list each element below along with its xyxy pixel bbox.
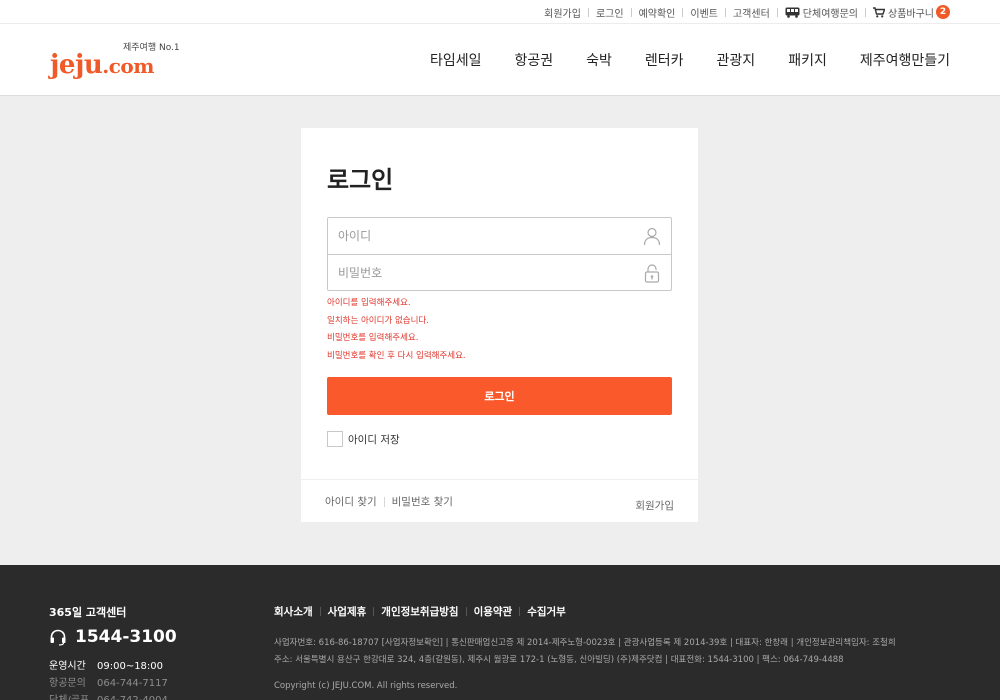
login-card: 로그인 아이디를 입력해주세요. 일치하는 아이디가 없습니다. 비밀번호를 입… xyxy=(301,128,698,522)
nav-lodging[interactable]: 숙박 xyxy=(586,50,612,70)
hours-value: 09:00~18:00 xyxy=(97,661,164,672)
flight-inquiry-label: 항공문의 xyxy=(49,678,86,689)
footer-link-terms[interactable]: 이용약관 xyxy=(474,604,513,619)
phone-number: 1544-3100 xyxy=(75,627,177,647)
footer-links: 회사소개 사업제휴 개인정보취급방침 이용약관 수집거부 xyxy=(274,604,566,619)
cart-count-badge: 2 xyxy=(936,5,950,19)
cart-label: 상품바구니 xyxy=(888,8,934,20)
event-link[interactable]: 이벤트 xyxy=(690,5,718,20)
login-button[interactable]: 로그인 xyxy=(327,377,672,415)
site-logo[interactable]: 제주여행 No.1 jeju.com xyxy=(50,38,190,82)
error-message: 비밀번호를 확인 후 다시 입력해주세요. xyxy=(327,350,466,361)
find-id-link[interactable]: 아이디 찾기 xyxy=(325,494,377,509)
reservation-check-link[interactable]: 예약확인 xyxy=(639,5,676,20)
divider xyxy=(373,607,375,616)
group-tour-link[interactable]: 단체여행문의 xyxy=(770,5,858,20)
nav-attractions[interactable]: 관광지 xyxy=(717,50,756,70)
customer-center-phone: 1544-3100 xyxy=(49,627,177,647)
site-footer: 365일 고객센터 1544-3100 운영시간 09:00~18:00 항공문의… xyxy=(0,565,1000,700)
nav-packages[interactable]: 패키지 xyxy=(788,50,827,70)
cart-link[interactable]: 상품바구니 2 xyxy=(858,5,950,20)
cart-icon xyxy=(873,6,885,17)
customer-center-title: 365일 고객센터 xyxy=(49,606,127,619)
signup-link-card[interactable]: 회원가입 xyxy=(635,500,674,512)
site-header: 제주여행 No.1 jeju.com 타임세일 항공권 숙박 렌터카 관광지 패… xyxy=(0,24,1000,96)
error-message: 비밀번호를 입력해주세요. xyxy=(327,333,419,343)
nav-timesale[interactable]: 타임세일 xyxy=(430,50,482,70)
error-messages: 아이디를 입력해주세요. 일치하는 아이디가 없습니다. 비밀번호를 입력해주세… xyxy=(327,295,672,365)
bus-icon xyxy=(785,7,800,18)
nav-flights[interactable]: 항공권 xyxy=(515,50,554,70)
login-card-footer: 아이디 찾기 비밀번호 찾기 회원가입 xyxy=(301,479,698,522)
credentials-group xyxy=(327,217,672,291)
divider xyxy=(519,607,521,616)
error-message: 아이디를 입력해주세요. xyxy=(327,298,411,308)
company-info-line: 사업자번호: 616-86-18707 [사업자정보확인] | 통신판매업신고증… xyxy=(274,638,896,648)
logo-text: jeju.com xyxy=(50,50,154,80)
copyright: Copyright (c) JEJU.COM. All rights reser… xyxy=(274,681,458,691)
group-golf-phone: 064-742-4004 xyxy=(97,692,168,700)
hours-label: 운영시간 xyxy=(49,661,86,672)
user-icon xyxy=(643,227,661,246)
main-nav: 타임세일 항공권 숙박 렌터카 관광지 패키지 제주여행만들기 xyxy=(397,24,950,96)
divider xyxy=(319,607,321,616)
footer-link-partnership[interactable]: 사업제휴 xyxy=(328,604,367,619)
login-link[interactable]: 로그인 xyxy=(596,5,624,20)
group-tour-label: 단체여행문의 xyxy=(802,8,858,20)
remember-id-checkbox[interactable] xyxy=(327,431,343,447)
error-message: 일치하는 아이디가 없습니다. xyxy=(327,315,429,326)
find-password-link[interactable]: 비밀번호 찾기 xyxy=(392,494,453,509)
company-info: 사업자번호: 616-86-18707 [사업자정보확인] | 통신판매업신고증… xyxy=(274,635,954,669)
customer-center-hours: 운영시간 09:00~18:00 항공문의 064-744-7117 단체/골프06… xyxy=(49,658,168,700)
id-input[interactable] xyxy=(328,218,671,254)
footer-link-email-refusal[interactable]: 수집거부 xyxy=(527,604,566,619)
top-utility-bar: 회원가입 로그인 예약확인 이벤트 고객센터 단체여행문의 상품바구니 2 xyxy=(0,0,1000,24)
footer-link-company[interactable]: 회사소개 xyxy=(274,604,313,619)
headset-icon xyxy=(50,629,66,646)
nav-rentcar[interactable]: 렌터카 xyxy=(645,50,684,70)
nav-trip-builder[interactable]: 제주여행만들기 xyxy=(860,50,950,70)
customer-center-link[interactable]: 고객센터 xyxy=(733,5,770,20)
page-title: 로그인 xyxy=(327,166,394,194)
remember-id-option[interactable]: 아이디 저장 xyxy=(327,431,400,447)
password-input[interactable] xyxy=(328,255,671,291)
divider xyxy=(465,607,467,616)
remember-id-label: 아이디 저장 xyxy=(348,433,400,446)
group-golf-label: 단체/골프 xyxy=(49,692,97,700)
signup-link[interactable]: 회원가입 xyxy=(544,5,581,20)
divider xyxy=(383,496,385,507)
flight-inquiry-phone: 064-744-7117 xyxy=(97,678,168,689)
lock-icon xyxy=(644,264,660,283)
footer-link-privacy[interactable]: 개인정보취급방침 xyxy=(381,604,458,619)
company-info-line: 주소: 서울특별시 용산구 한강대로 324, 4층(갈원동), 제주시 월광로… xyxy=(274,655,844,665)
